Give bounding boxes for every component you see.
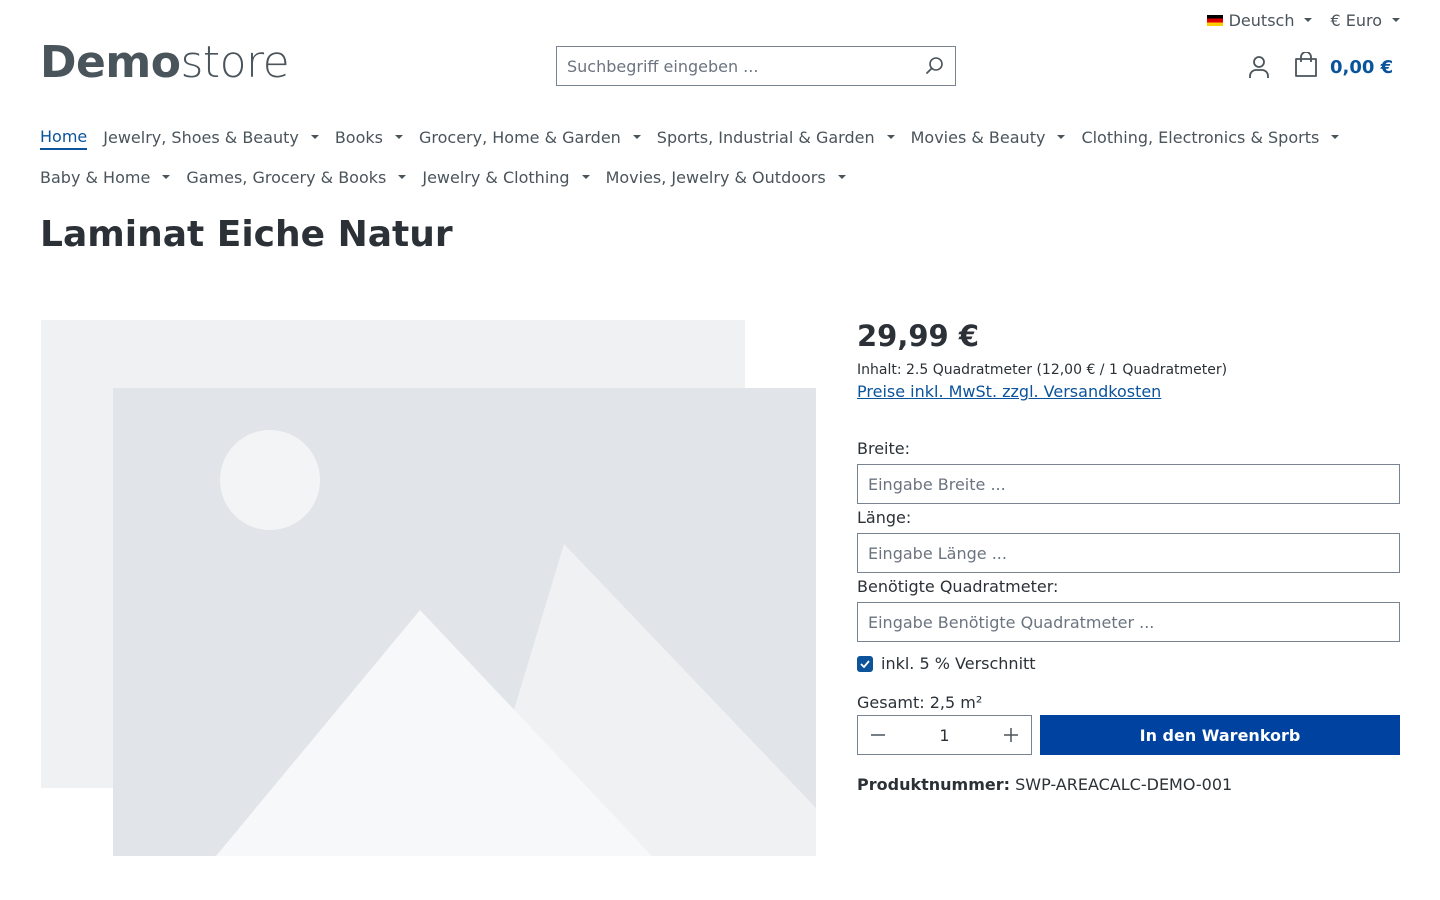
chevron-down-icon [310,135,319,139]
product-image-placeholder[interactable] [40,318,816,858]
product-number: Produktnummer: SWP-AREACALC-DEMO-001 [857,775,1400,794]
tax-shipping-link[interactable]: Preise inkl. MwSt. zzgl. Versandkosten [857,382,1161,401]
nav-item-label: Clothing, Electronics & Sports [1081,127,1320,147]
nav-item-sports-industrial-garden[interactable]: Sports, Industrial & Garden [657,128,895,149]
nav-item-label: Games, Grocery & Books [186,167,387,187]
main-navigation: Home Jewelry, Shoes & Beauty Books Groce… [40,118,1400,198]
sku-value: SWP-AREACALC-DEMO-001 [1015,775,1233,794]
nav-item-label: Grocery, Home & Garden [418,127,621,147]
shopping-bag-icon [1294,51,1318,82]
logo-bold: Demo [40,37,181,88]
nav-item-label: Movies, Jewelry & Outdoors [605,167,826,187]
unit-price-info: Inhalt: 2.5 Quadratmeter (12,00 € / 1 Qu… [857,362,1228,378]
nav-item-label: Jewelry & Clothing [422,167,570,187]
nav-item-clothing-electronics-sports[interactable]: Clothing, Electronics & Sports [1081,127,1340,149]
waste-label: inkl. 5 % Verschnitt [881,654,1036,673]
account-icon[interactable] [1246,54,1272,80]
quantity-increase-button[interactable] [991,716,1031,754]
chevron-down-icon [398,175,407,179]
nav-item-movies-jewelry-outdoors[interactable]: Movies, Jewelry & Outdoors [606,168,846,189]
page-title: Laminat Eiche Natur [40,214,453,255]
search-bar [556,46,956,86]
area-input[interactable] [858,603,1399,641]
length-field [857,533,1400,573]
chevron-down-icon [162,175,171,179]
search-input[interactable] [557,47,915,85]
chevron-down-icon [394,135,403,139]
chevron-down-icon [886,135,895,139]
product-price: 29,99 € [857,319,980,353]
checkmark-icon [860,659,870,668]
nav-row-1: Home Jewelry, Shoes & Beauty Books Groce… [40,118,1400,158]
nav-item-jewelry-clothing[interactable]: Jewelry & Clothing [422,167,590,189]
nav-item-label: Sports, Industrial & Garden [656,127,875,147]
nav-item-movies-beauty[interactable]: Movies & Beauty [911,128,1066,149]
logo-light: store [180,37,290,88]
waste-checkbox-row: inkl. 5 % Verschnitt [857,654,1400,673]
plus-icon [1004,728,1018,742]
cart-total: 0,00 € [1330,56,1394,78]
currency-dropdown[interactable]: € Euro [1330,11,1400,30]
length-label: Länge: [857,508,912,527]
search-icon[interactable] [915,47,955,85]
top-bar: Deutsch € Euro [1206,8,1400,32]
chevron-down-icon [1304,18,1313,22]
sku-label: Produktnummer: [857,775,1011,794]
minus-icon [871,734,885,736]
nav-item-books[interactable]: Books [335,128,403,149]
nav-item-jewelry-shoes-beauty[interactable]: Jewelry, Shoes & Beauty [103,128,319,149]
nav-item-label: Baby & Home [40,167,151,187]
store-logo[interactable]: Demostore [40,36,290,90]
chevron-down-icon [581,175,590,179]
nav-item-label: Books [334,127,383,147]
quantity-value[interactable]: 1 [939,726,949,745]
chevron-down-icon [1392,18,1400,22]
german-flag-icon [1206,14,1223,26]
nav-item-label: Home [40,126,88,146]
quantity-decrease-button[interactable] [858,716,898,754]
nav-row-2: Baby & Home Games, Grocery & Books Jewel… [40,158,1400,198]
chevron-down-icon [1057,135,1066,139]
chevron-down-icon [1331,135,1340,139]
add-to-cart-button[interactable]: In den Warenkorb [1040,715,1400,755]
waste-checkbox[interactable] [857,655,873,672]
area-label: Benötigte Quadratmeter: [857,577,1059,596]
area-field [857,602,1400,642]
chevron-down-icon [837,175,846,179]
total-area: Gesamt: 2,5 m² [857,693,983,712]
quantity-stepper: 1 [857,715,1032,755]
nav-item-games-grocery-books[interactable]: Games, Grocery & Books [186,167,407,189]
language-dropdown[interactable]: Deutsch [1206,10,1313,30]
language-label: Deutsch [1228,10,1295,30]
currency-label: € Euro [1330,10,1382,30]
length-input[interactable] [858,534,1399,572]
nav-item-label: Movies & Beauty [910,127,1046,147]
width-label: Breite: [857,439,910,458]
chevron-down-icon [632,135,641,139]
nav-item-grocery-home-garden[interactable]: Grocery, Home & Garden [419,128,641,149]
nav-item-home[interactable]: Home [40,126,88,150]
cart-button[interactable]: 0,00 € [1294,51,1394,82]
nav-item-baby-home[interactable]: Baby & Home [40,167,171,189]
nav-item-label: Jewelry, Shoes & Beauty [103,127,299,147]
image-placeholder-icon [41,320,816,856]
buy-box: 29,99 € Inhalt: 2.5 Quadratmeter (12,00 … [857,318,1400,794]
width-input[interactable] [858,465,1399,503]
add-to-cart-row: 1 In den Warenkorb [857,715,1400,755]
width-field [857,464,1400,504]
